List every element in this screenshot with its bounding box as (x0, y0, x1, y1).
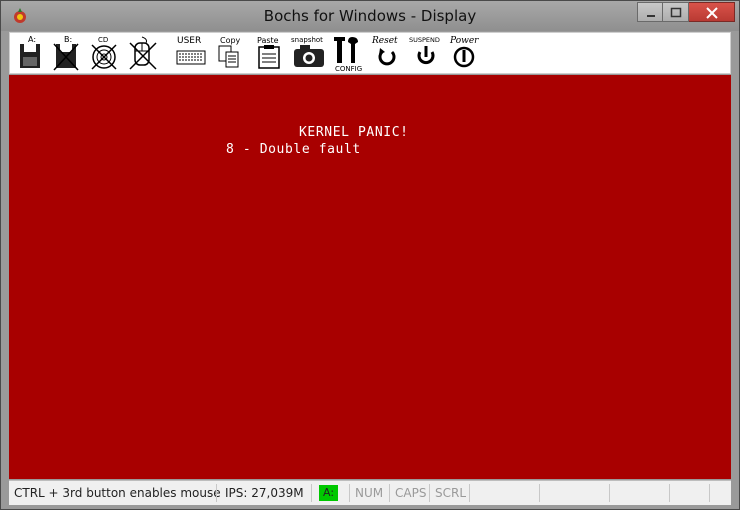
minimize-button[interactable] (637, 2, 663, 22)
window-title: Bochs for Windows - Display (263, 7, 477, 25)
bochs-window: Bochs for Windows - Display A: B: CD USE… (0, 0, 740, 510)
snapshot-button[interactable]: snapshot (290, 33, 328, 73)
config-label: CONFIG (335, 65, 362, 73)
suspend-label: SUSPEND (409, 36, 440, 44)
panic-detail: 8 - Double fault (226, 142, 361, 157)
mouse-hint: CTRL + 3rd button enables mouse (14, 486, 221, 500)
floppy-a-label: A: (28, 35, 36, 44)
paste-icon: Paste (257, 36, 280, 69)
config-button[interactable]: CONFIG (332, 33, 364, 73)
copy-button[interactable]: Copy (214, 33, 244, 73)
status-divider (429, 484, 430, 502)
paste-label: Paste (257, 36, 279, 45)
status-divider (669, 484, 670, 502)
close-button[interactable] (689, 2, 735, 22)
status-divider (469, 484, 470, 502)
reset-icon: Reset (371, 36, 398, 66)
num-lock-indicator: NUM (355, 486, 384, 500)
floppy-b-button[interactable]: B: (50, 33, 82, 73)
cdrom-label: CD (98, 36, 108, 44)
keyboard-icon: USER (176, 36, 206, 65)
floppy-a-activity-indicator: A: (319, 485, 339, 501)
tools-icon: CONFIG (334, 37, 362, 73)
title-bar[interactable]: Bochs for Windows - Display (1, 1, 739, 31)
status-divider (216, 484, 217, 502)
suspend-button[interactable]: SUSPEND (408, 33, 444, 73)
scroll-lock-indicator: SCRL (435, 486, 467, 500)
panic-heading: KERNEL PANIC! (299, 125, 409, 140)
status-divider (389, 484, 390, 502)
cdrom-icon: CD (91, 36, 117, 70)
status-divider (609, 484, 610, 502)
maximize-icon (670, 7, 682, 18)
floppy-a-button[interactable]: A: (14, 33, 46, 73)
vga-display[interactable]: KERNEL PANIC! 8 - Double fault (9, 75, 731, 479)
copy-label: Copy (220, 36, 241, 45)
user-button[interactable]: USER (174, 33, 208, 73)
floppy-b-label: B: (64, 35, 72, 44)
mouse-button[interactable] (126, 33, 160, 73)
status-divider (349, 484, 350, 502)
floppy-disabled-icon: B: (53, 35, 79, 71)
close-icon (706, 7, 718, 19)
reset-label: Reset (371, 36, 398, 46)
maximize-button[interactable] (663, 2, 689, 22)
camera-icon: snapshot (291, 36, 324, 67)
copy-icon: Copy (218, 36, 241, 68)
mouse-disabled-icon (129, 36, 157, 70)
status-bar: CTRL + 3rd button enables mouse IPS: 27,… (9, 480, 731, 505)
power-button[interactable]: Power (448, 33, 482, 73)
reset-button[interactable]: Reset (370, 33, 404, 73)
status-divider (311, 484, 312, 502)
ips-readout: IPS: 27,039M (225, 486, 304, 500)
power-icon: Power (449, 36, 479, 68)
suspend-icon: SUSPEND (409, 36, 440, 65)
status-divider (709, 484, 710, 502)
status-divider (539, 484, 540, 502)
toolbar: A: B: CD USER Copy Paste snapshot CONFIG… (9, 32, 731, 74)
user-label: USER (177, 36, 201, 46)
snapshot-label: snapshot (291, 36, 323, 44)
floppy-icon: A: (20, 35, 40, 68)
cdrom-button[interactable]: CD (88, 33, 120, 73)
power-label: Power (449, 36, 479, 46)
paste-button[interactable]: Paste (254, 33, 284, 73)
caps-lock-indicator: CAPS (395, 486, 427, 500)
minimize-icon (647, 15, 655, 17)
